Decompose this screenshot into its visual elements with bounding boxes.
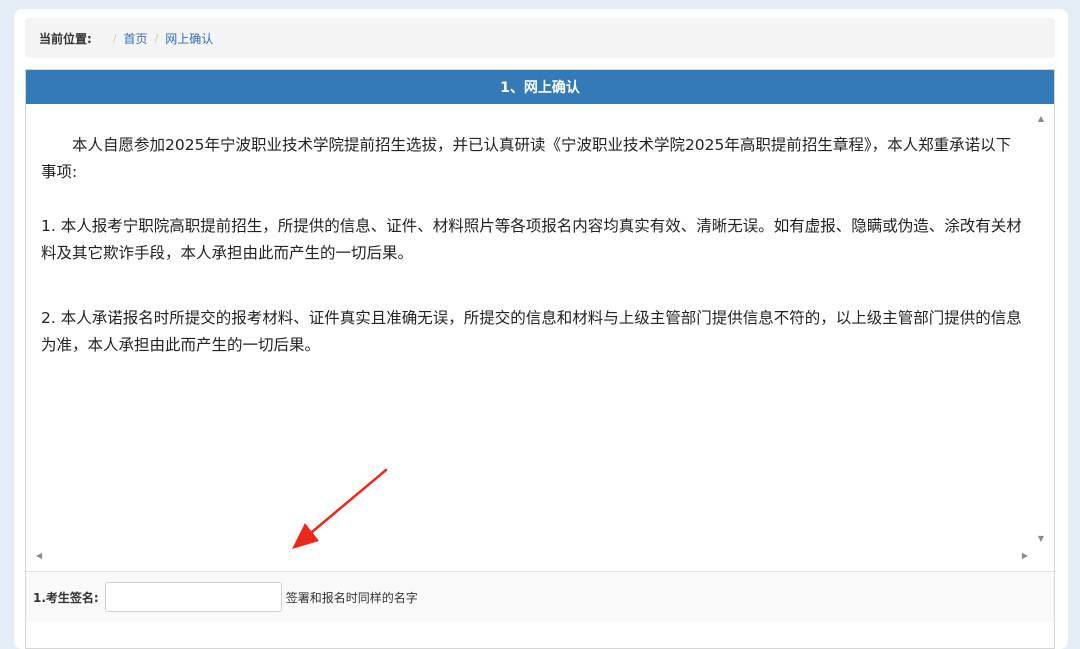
agreement-scroll-area[interactable]: 本人自愿参加2025年宁波职业技术学院提前招生选拔，并已认真研读《宁波职业技术学…	[26, 104, 1054, 571]
scroll-up-icon[interactable]: ▲	[1038, 114, 1044, 123]
breadcrumb: 当前位置: / 首页 / 网上确认	[25, 18, 1055, 58]
breadcrumb-label: 当前位置:	[39, 31, 92, 46]
breadcrumb-separator: /	[112, 31, 117, 45]
breadcrumb-current-link[interactable]: 网上确认	[165, 30, 213, 47]
signature-label: 1.考生签名:	[33, 590, 99, 605]
breadcrumb-home-link[interactable]: 首页	[124, 30, 148, 47]
page-container: 当前位置: / 首页 / 网上确认 1、网上确认 本人自愿参加2025年宁波职业…	[14, 9, 1068, 649]
signature-input[interactable]	[104, 582, 282, 612]
agreement-item-1: 1. 本人报考宁职院高职提前招生，所提供的信息、证件、材料照片等各项报名内容均真…	[41, 217, 1022, 262]
panel-title: 1、网上确认	[26, 70, 1054, 104]
agreement-intro: 本人自愿参加2025年宁波职业技术学院提前招生选拔，并已认真研读《宁波职业技术学…	[41, 136, 1012, 181]
agreement-item-2: 2. 本人承诺报名时所提交的报考材料、证件真实且准确无误，所提交的信息和材料与上…	[41, 309, 1022, 354]
signature-hint: 签署和报名时同样的名字	[285, 590, 418, 605]
signature-row: 1.考生签名: 签署和报名时同样的名字	[26, 571, 1054, 622]
confirmation-panel: 1、网上确认 本人自愿参加2025年宁波职业技术学院提前招生选拔，并已认真研读《…	[25, 69, 1055, 649]
breadcrumb-separator: /	[154, 31, 159, 45]
scroll-down-icon[interactable]: ▼	[1038, 534, 1044, 543]
scroll-right-icon[interactable]: ▶	[1022, 551, 1028, 560]
scroll-left-icon[interactable]: ◀	[36, 551, 42, 560]
agreement-text: 本人自愿参加2025年宁波职业技术学院提前招生选拔，并已认真研读《宁波职业技术学…	[41, 132, 1026, 359]
